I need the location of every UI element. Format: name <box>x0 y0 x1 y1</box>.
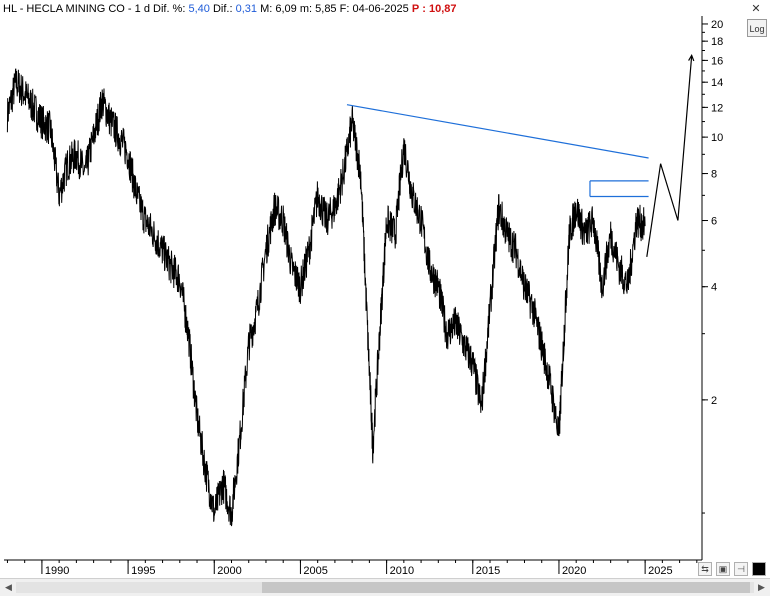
scroll-track[interactable] <box>16 582 754 593</box>
color-square-icon[interactable] <box>752 562 766 576</box>
pin-icon[interactable]: ⊣ <box>734 562 748 576</box>
scroll-right-icon[interactable]: ▶ <box>755 581 768 594</box>
x-tick-label: 1995 <box>131 565 155 577</box>
price-chart: 2 4 6 8 10 12 14 16 18 20 1990 1995 2000 2005 2010 2015… <box>4 16 723 577</box>
y-tick-label: 14 <box>711 77 723 89</box>
y-tick-label: 6 <box>711 216 717 228</box>
y-tick-label: 18 <box>711 36 723 48</box>
chart-axes: 2 4 6 8 10 12 14 16 18 20 1990 1995 2000 2005 2010 2015… <box>4 16 723 577</box>
scroll-left-icon[interactable]: ◀ <box>2 581 15 594</box>
x-tick-label: 2025 <box>648 565 672 577</box>
y-tick-label: 4 <box>711 282 717 294</box>
projection-path <box>646 55 693 257</box>
y-tick-label: 16 <box>711 55 723 67</box>
x-tick-label: 2015 <box>476 565 500 577</box>
price-line <box>6 68 646 527</box>
y-tick-label: 8 <box>711 169 717 181</box>
x-tick-label: 2020 <box>562 565 586 577</box>
x-tick-label: 2010 <box>390 565 414 577</box>
x-tick-label: 2005 <box>303 565 327 577</box>
y-tick-label: 10 <box>711 132 723 144</box>
save-icon[interactable]: ▣ <box>716 562 730 576</box>
chart-series <box>6 68 646 527</box>
horizontal-scrollbar[interactable]: ◀ ▶ <box>0 578 770 596</box>
x-tick-label: 2000 <box>217 565 241 577</box>
y-tick-label: 12 <box>711 102 723 114</box>
scroll-thumb[interactable] <box>262 582 750 593</box>
zoom-icon[interactable]: ⇆ <box>698 562 712 576</box>
y-tick-label: 20 <box>711 19 723 31</box>
chart-window: HL - HECLA MINING CO - 1 d Dif. %: 5,40 … <box>0 0 770 596</box>
resistance-trendline <box>346 104 649 159</box>
y-tick-label: 2 <box>711 395 717 407</box>
x-tick-label: 1990 <box>45 565 69 577</box>
